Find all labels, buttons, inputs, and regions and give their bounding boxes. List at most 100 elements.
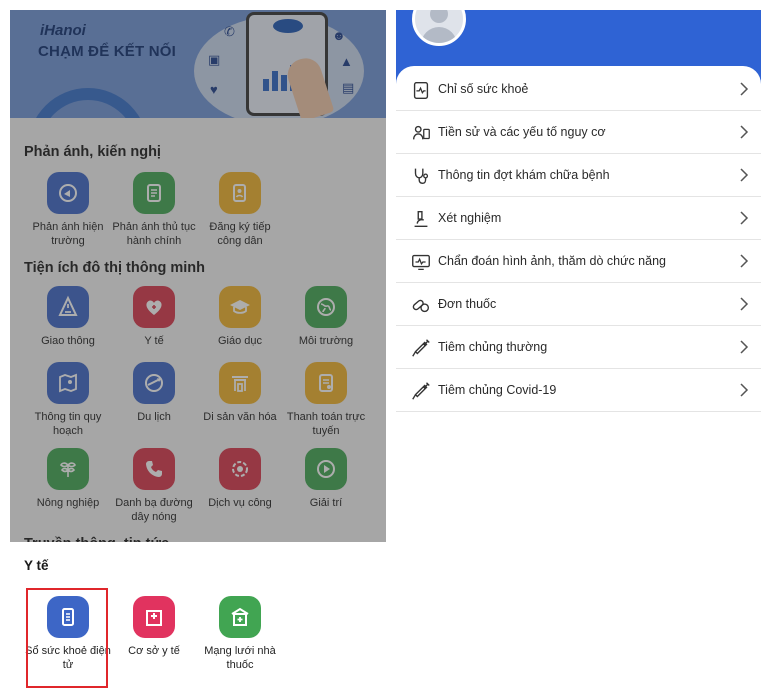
menu-item-label: Phản ánh thủ tục hành chính — [112, 221, 196, 247]
menu-item-planning[interactable]: Thông tin quy hoạch — [24, 362, 112, 438]
chevron-right-icon — [740, 297, 749, 311]
phone-logo — [273, 19, 303, 33]
health-menu-item[interactable]: Đơn thuốc — [396, 283, 761, 326]
syringe-icon — [412, 339, 430, 357]
avatar-head — [430, 10, 448, 23]
home-menu: Phản ánh, kiến nghị Phản ánh hiện trường… — [10, 118, 386, 552]
menu-item-admin-report[interactable]: Phản ánh thủ tục hành chính — [110, 172, 198, 248]
heart-icon — [133, 286, 175, 328]
phone-icon — [133, 448, 175, 490]
health-menu-label: Tiêm chủng Covid-19 — [438, 383, 557, 397]
health-menu-label: Chẩn đoán hình ảnh, thăm dò chức năng — [438, 254, 666, 268]
play-icon — [305, 448, 347, 490]
menu-item-entertainment[interactable]: Giải trí — [282, 448, 370, 510]
menu-item-label: Thông tin quy hoạch — [34, 411, 102, 437]
map-icon — [47, 362, 89, 404]
health-menu-item[interactable]: Tiền sử và các yếu tố nguy cơ — [396, 111, 761, 154]
travel-globe-icon — [133, 362, 175, 404]
sheet-item-medical-facility[interactable]: Cơ sở y tế — [110, 596, 198, 658]
menu-item-public-services[interactable]: Dịch vụ công — [196, 448, 284, 510]
people-icon: ☻ — [332, 28, 346, 43]
menu-item-online-payment[interactable]: Thanh toán trực tuyến — [282, 362, 370, 438]
health-menu-label: Xét nghiệm — [438, 211, 502, 225]
menu-item-health[interactable]: Y tế — [110, 286, 198, 348]
menu-item-label: Y tế — [144, 335, 164, 347]
health-menu-item[interactable]: Chẩn đoán hình ảnh, thăm dò chức năng — [396, 240, 761, 283]
menu-item-education[interactable]: Giáo dục — [196, 286, 284, 348]
avatar[interactable] — [412, 10, 466, 46]
graduation-cap-icon — [219, 286, 261, 328]
ihanoi-home-screen: iHanoi CHẠM ĐỂ KẾT NỐI ✆ ▣ ♥ ☻ ▲ ▤ Phản … — [10, 10, 386, 700]
heart-icon: ♥ — [210, 82, 218, 97]
pill-icon — [412, 299, 430, 313]
health-menu-label: Chỉ số sức khoẻ — [438, 82, 529, 96]
menu-item-field-report[interactable]: Phản ánh hiện trường — [24, 172, 112, 248]
brand-logo: iHanoi — [40, 22, 86, 39]
traffic-icon — [47, 286, 89, 328]
pharmacy-icon — [219, 596, 261, 638]
services-icon — [219, 448, 261, 490]
sheet-title: Y tế — [24, 558, 49, 573]
menu-item-heritage[interactable]: Di sản văn hóa — [196, 362, 284, 424]
syringe-icon — [412, 382, 430, 400]
chevron-right-icon — [740, 254, 749, 268]
chevron-right-icon — [740, 82, 749, 96]
promo-banner[interactable]: iHanoi CHẠM ĐỂ KẾT NỐI ✆ ▣ ♥ ☻ ▲ ▤ — [10, 10, 386, 118]
menu-item-citizen-register[interactable]: Đăng ký tiếp công dân — [196, 172, 284, 248]
menu-item-agriculture[interactable]: Nông nghiệp — [24, 448, 112, 510]
menu-item-label: Du lịch — [137, 411, 171, 423]
health-menu-item[interactable]: Tiêm chủng thường — [396, 326, 761, 369]
payment-icon — [305, 362, 347, 404]
phone-call-icon: ✆ — [224, 24, 235, 39]
menu-item-label: Di sản văn hóa — [203, 411, 277, 423]
health-menu-label: Đơn thuốc — [438, 297, 497, 311]
health-bottom-sheet: Y tế Sổ sức khoẻ điện tử Cơ sở y tế Mạng… — [10, 542, 386, 700]
temple-gate-icon — [219, 362, 261, 404]
menu-item-hotline[interactable]: Danh bạ đường dây nóng — [110, 448, 198, 524]
menu-item-label: Thanh toán trực tuyến — [286, 411, 366, 437]
selection-highlight — [26, 588, 108, 688]
section-title-feedback: Phản ánh, kiến nghị — [24, 144, 161, 160]
menu-item-label: Môi trường — [298, 335, 354, 347]
health-index-icon — [413, 81, 429, 99]
health-record-screen: Chỉ số sức khoẻ Tiền sử và các yếu tố ng… — [396, 10, 761, 700]
sheet-item-label: Cơ sở y tế — [128, 645, 180, 657]
hospital-icon — [133, 596, 175, 638]
globe-icon — [305, 286, 347, 328]
chevron-right-icon — [740, 125, 749, 139]
document-icon — [133, 172, 175, 214]
monitor-icon — [412, 254, 430, 270]
health-menu-list: Chỉ số sức khoẻ Tiền sử và các yếu tố ng… — [396, 66, 761, 700]
chevron-right-icon — [740, 383, 749, 397]
menu-item-label: Danh bạ đường dây nóng — [115, 497, 193, 523]
health-menu-label: Thông tin đợt khám chữa bệnh — [438, 168, 610, 182]
menu-item-label: Nông nghiệp — [36, 497, 100, 509]
health-menu-label: Tiền sử và các yếu tố nguy cơ — [438, 125, 606, 139]
banner-swirl — [28, 88, 148, 118]
megaphone-icon — [47, 172, 89, 214]
chevron-right-icon — [740, 340, 749, 354]
menu-item-traffic[interactable]: Giao thông — [24, 286, 112, 348]
menu-item-tourism[interactable]: Du lịch — [110, 362, 198, 424]
calendar-icon: ▤ — [342, 80, 355, 95]
sheet-item-pharmacy-network[interactable]: Mạng lưới nhà thuốc — [196, 596, 284, 672]
health-menu-item[interactable]: Chỉ số sức khoẻ — [396, 68, 761, 111]
form-edit-icon — [219, 172, 261, 214]
avatar-body — [421, 27, 457, 43]
menu-item-label: Giao thông — [41, 335, 95, 347]
menu-item-label: Phản ánh hiện trường — [32, 221, 104, 247]
graduation-cap-icon: ▲ — [340, 54, 353, 69]
menu-item-label: Giải trí — [309, 497, 343, 509]
menu-item-label: Đăng ký tiếp công dân — [209, 221, 271, 247]
health-menu-item[interactable]: Thông tin đợt khám chữa bệnh — [396, 154, 761, 197]
banner-tagline: CHẠM ĐỂ KẾT NỐI — [38, 43, 176, 60]
plant-icon — [47, 448, 89, 490]
health-menu-item[interactable]: Tiêm chủng Covid-19 — [396, 369, 761, 412]
bus-icon: ▣ — [208, 52, 221, 67]
history-icon — [412, 125, 430, 140]
chevron-right-icon — [740, 211, 749, 225]
microscope-icon — [414, 210, 428, 228]
health-menu-item[interactable]: Xét nghiệm — [396, 197, 761, 240]
menu-item-environment[interactable]: Môi trường — [282, 286, 370, 348]
menu-item-label: Dịch vụ công — [208, 497, 272, 509]
